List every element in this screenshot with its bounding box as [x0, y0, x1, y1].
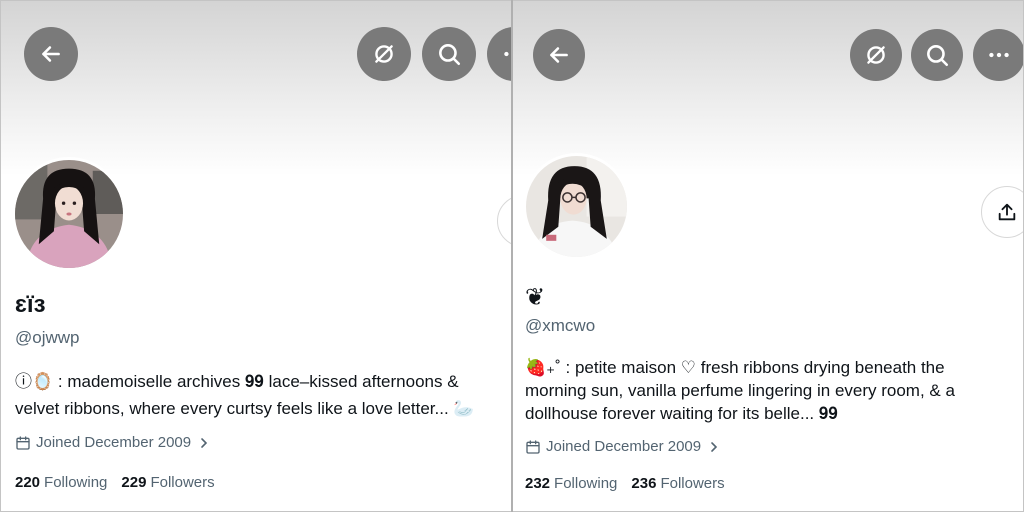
followers-count: 229 [121, 474, 147, 491]
followers-link[interactable]: 236 Followers [631, 475, 724, 492]
joined-date-text: Joined December 2009 [546, 438, 702, 455]
following-count: 232 [525, 475, 551, 492]
calendar-icon [16, 435, 30, 450]
grok-button[interactable] [357, 27, 411, 81]
chevron-right-icon [201, 437, 208, 448]
avatar-photo [526, 156, 627, 257]
chevron-right-icon [711, 441, 718, 452]
grok-icon [375, 45, 393, 63]
bio-line-2: morning sun, vanilla perfume lingering i… [525, 381, 955, 400]
search-button[interactable] [911, 29, 963, 81]
back-button[interactable] [533, 29, 585, 81]
right-profile-panel: ❦ @xmcwo 🍓₊˚ : petite maison ♡ fresh rib… [513, 0, 1024, 512]
following-label: Following [44, 474, 108, 491]
display-name: ❦ [525, 284, 546, 311]
back-arrow-icon [550, 47, 568, 63]
profile-handle: @xmcwo [525, 316, 596, 335]
search-icon [927, 45, 949, 67]
bio-line-3: dollhouse forever waiting for its belle.… [525, 404, 838, 423]
following-count: 220 [15, 474, 41, 491]
joined-date-text: Joined December 2009 [36, 434, 192, 451]
search-button[interactable] [422, 27, 476, 81]
display-name: ɛïɜ [15, 291, 46, 318]
avatar-photo [15, 160, 123, 268]
followers-count: 236 [631, 475, 657, 492]
more-icon [989, 52, 1009, 58]
following-link[interactable]: 220 Following [15, 474, 107, 491]
left-profile-panel: ɛïɜ @ojwwp ⓘ🪞 : mademoiselle archives 𝟗𝟗… [0, 0, 511, 512]
grok-button[interactable] [850, 29, 902, 81]
profile-handle: @ojwwp [15, 328, 80, 347]
bio-line-2: velvet ribbons, where every curtsy feels… [15, 399, 475, 418]
grok-icon [867, 46, 885, 64]
followers-label: Followers [150, 474, 215, 491]
share-icon [998, 203, 1016, 221]
profile-avatar[interactable] [12, 157, 126, 271]
follow-stats: 232 Following 236 Followers [525, 475, 725, 492]
profile-avatar[interactable] [523, 153, 630, 260]
share-button[interactable] [497, 195, 511, 247]
more-icon [504, 51, 509, 57]
bio-line-1: ⓘ🪞 : mademoiselle archives 𝟗𝟗 lace–kisse… [15, 372, 459, 391]
followers-label: Followers [660, 475, 725, 492]
share-button[interactable] [981, 186, 1023, 238]
following-label: Following [554, 475, 618, 492]
more-button[interactable] [973, 29, 1023, 81]
profile-banner [513, 1, 1023, 176]
profile-banner [1, 1, 511, 176]
bio-line-1: 🍓₊˚ : petite maison ♡ fresh ribbons dryi… [525, 358, 945, 377]
followers-link[interactable]: 229 Followers [121, 474, 214, 491]
joined-date-row[interactable]: Joined December 2009 [525, 438, 722, 455]
back-button[interactable] [24, 27, 78, 81]
joined-date-row[interactable]: Joined December 2009 [15, 434, 212, 451]
calendar-icon [526, 439, 540, 454]
follow-stats: 220 Following 229 Followers [15, 474, 215, 491]
search-icon [439, 44, 461, 66]
back-arrow-icon [42, 46, 60, 62]
following-link[interactable]: 232 Following [525, 475, 617, 492]
